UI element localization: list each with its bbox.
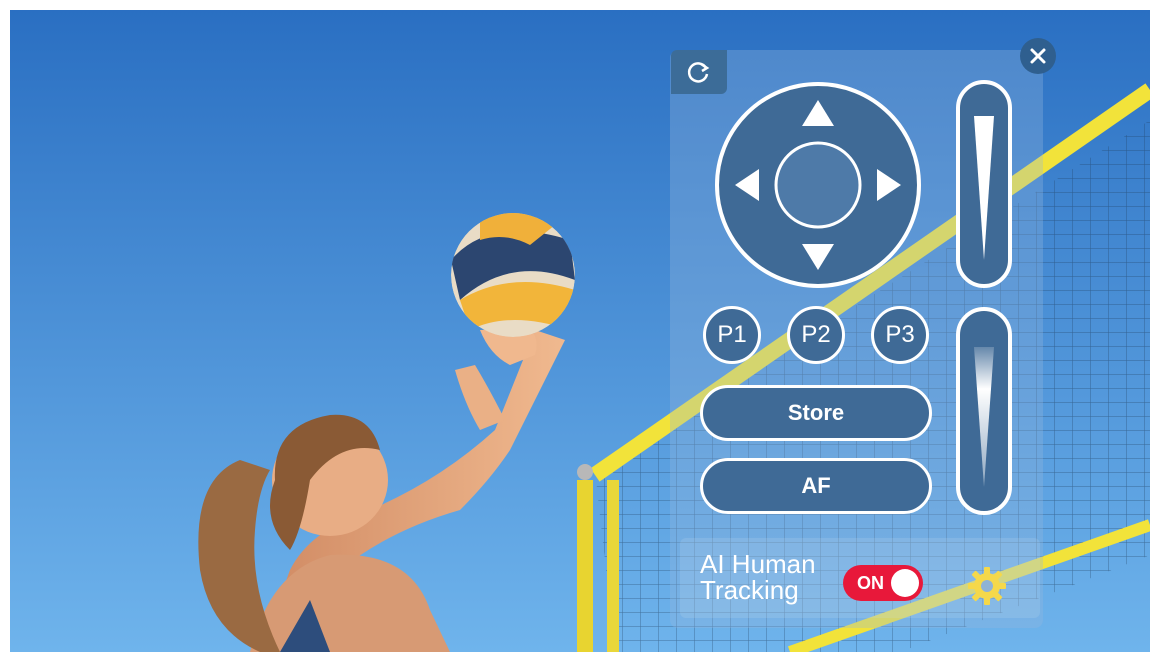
preset-label: P2 xyxy=(801,321,831,348)
af-button[interactable]: AF xyxy=(700,458,932,514)
preset-button-p1[interactable]: P1 xyxy=(703,306,761,364)
zoom-slider[interactable] xyxy=(956,80,1012,288)
preset-button-p2[interactable]: P2 xyxy=(787,306,845,364)
pole-cap xyxy=(577,464,593,480)
tracking-label-line1: AI Human xyxy=(700,549,816,579)
refresh-icon xyxy=(687,62,710,83)
tracking-label: AI Human Tracking xyxy=(700,551,850,603)
tracking-toggle[interactable]: ON xyxy=(843,565,923,601)
af-label: AF xyxy=(801,473,831,498)
gear-icon[interactable] xyxy=(967,566,1007,606)
dpad-center-button[interactable] xyxy=(774,141,862,229)
preset-label: P3 xyxy=(885,321,915,348)
tracking-label-line2: Tracking xyxy=(700,575,799,605)
preset-button-p3[interactable]: P3 xyxy=(871,306,929,364)
store-button[interactable]: Store xyxy=(700,385,932,441)
direction-pad[interactable] xyxy=(713,80,923,290)
preset-label: P1 xyxy=(717,321,747,348)
focus-slider[interactable] xyxy=(956,307,1012,515)
toggle-knob xyxy=(891,569,919,597)
close-button[interactable] xyxy=(1020,38,1056,74)
toggle-state-label: ON xyxy=(857,573,884,593)
close-icon xyxy=(1030,48,1046,64)
net-pole-secondary xyxy=(607,480,619,652)
net-pole xyxy=(577,480,593,652)
store-label: Store xyxy=(787,400,845,425)
